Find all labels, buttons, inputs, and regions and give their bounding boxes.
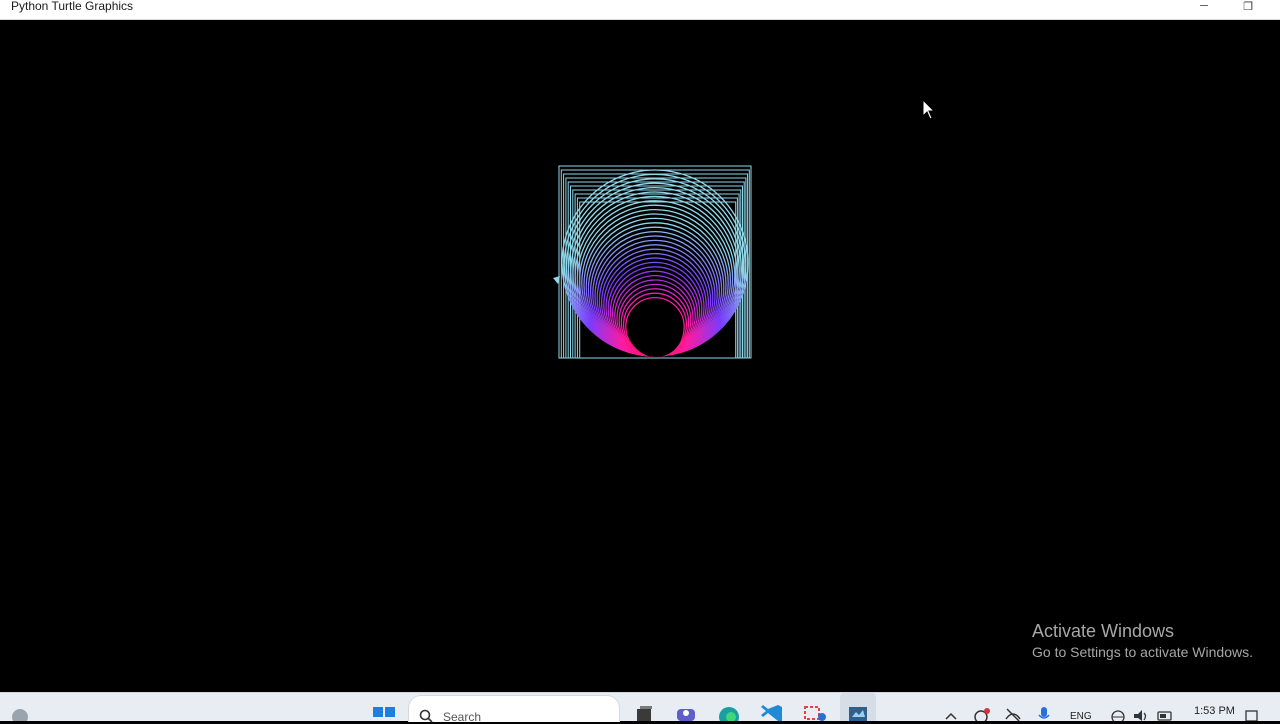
edge-icon[interactable] xyxy=(716,693,742,721)
sync-icon[interactable] xyxy=(972,693,990,721)
volume-icon[interactable] xyxy=(1132,693,1150,721)
activate-title: Activate Windows xyxy=(1032,621,1175,641)
taskbar-active-app[interactable] xyxy=(840,693,876,721)
activate-windows-watermark: Activate Windows Go to Settings to activ… xyxy=(1032,620,1253,662)
widgets-icon[interactable] xyxy=(8,693,32,721)
activate-subtitle: Go to Settings to activate Windows. xyxy=(1032,644,1253,660)
clock-time[interactable]: 1:53 PM xyxy=(1194,705,1235,717)
network-off-icon[interactable] xyxy=(1004,693,1022,721)
start-icon[interactable] xyxy=(372,693,396,721)
search-icon xyxy=(419,709,433,723)
battery-icon[interactable] xyxy=(1156,693,1174,721)
window-title: Python Turtle Graphics xyxy=(11,0,134,13)
snipping-tool-icon[interactable] xyxy=(802,693,828,721)
turtle-drawing xyxy=(553,165,752,359)
microphone-icon[interactable] xyxy=(1036,693,1052,721)
task-view-icon[interactable] xyxy=(632,693,656,721)
window-titlebar[interactable]: Python Turtle Graphics ─ ❐ xyxy=(0,0,1280,20)
taskbar: Search ENG 1:53 PM xyxy=(0,692,1280,724)
python-icon xyxy=(849,707,867,721)
language-indicator[interactable]: ENG xyxy=(1070,711,1092,722)
mouse-pointer-icon xyxy=(922,99,936,120)
restore-button[interactable]: ❐ xyxy=(1228,0,1268,13)
globe-icon[interactable] xyxy=(1110,693,1126,721)
chevron-up-icon[interactable] xyxy=(944,693,958,721)
taskbar-search-box[interactable]: Search xyxy=(408,695,620,724)
minimize-button[interactable]: ─ xyxy=(1184,0,1224,12)
center-hole xyxy=(629,303,683,357)
search-placeholder: Search xyxy=(443,710,482,724)
teams-icon[interactable] xyxy=(674,693,698,721)
vscode-icon[interactable] xyxy=(760,693,784,721)
notification-icon[interactable] xyxy=(1244,693,1260,721)
